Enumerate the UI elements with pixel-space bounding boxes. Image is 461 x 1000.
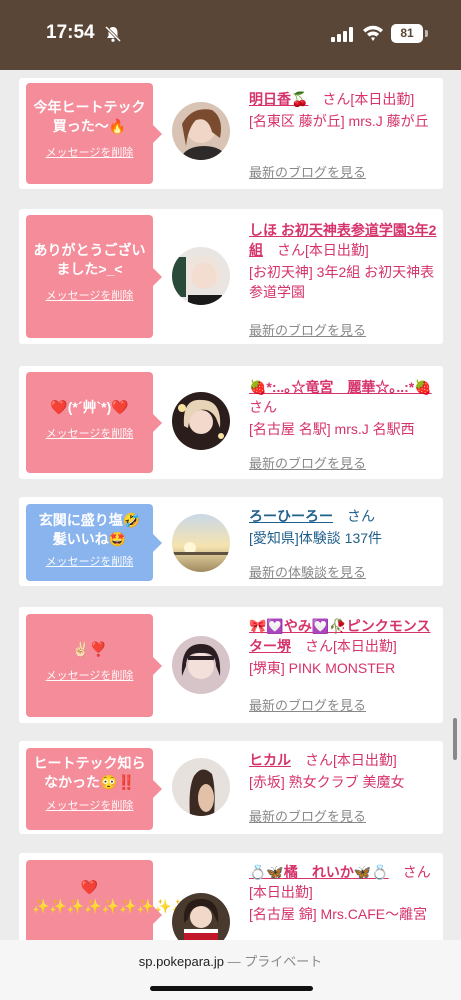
user-location: [堺東] PINK MONSTER bbox=[249, 660, 396, 676]
user-info: ろーひーろー さん [愛知県]体験談 137件 bbox=[249, 506, 439, 548]
message-text: 今年ヒートテック買った〜🔥 bbox=[33, 99, 146, 134]
url-bar[interactable]: sp.pokepara.jp — プライベート bbox=[0, 940, 461, 1000]
message-text: 玄関に盛り塩🤣髪いいね🤩 bbox=[38, 512, 141, 547]
message-text: ❤️ ✨✨✨✨✨✨✨✨✨✨ bbox=[32, 879, 207, 914]
message-card: ✌🏻❣️ メッセージを削除 🎀💟やみ💟🥀ピンクモンスター堺 さん[本日出勤] [… bbox=[19, 607, 443, 723]
user-location: [お初天神] 3年2組 お初天神表参道学園 bbox=[249, 264, 435, 300]
message-bubble: ありがとうございました>_< メッセージを削除 bbox=[26, 215, 162, 338]
battery-indicator: 81 bbox=[391, 24, 423, 43]
user-status: さん bbox=[333, 508, 375, 524]
bell-slash-icon bbox=[104, 25, 122, 43]
url-domain: sp.pokepara.jp bbox=[138, 954, 225, 969]
user-status: さん[本日出勤] bbox=[263, 242, 369, 258]
message-card: ありがとうございました>_< メッセージを削除 しほ お初天神表参道学園3年2組… bbox=[19, 209, 443, 344]
delete-message-link[interactable]: メッセージを削除 bbox=[26, 425, 153, 441]
message-bubble: ヒートテック知らなかった😳‼️ メッセージを削除 bbox=[26, 748, 162, 830]
message-text: ❤️(*´艸`*)❤️ bbox=[50, 399, 129, 415]
user-info: ヒカル さん[本日出勤] [赤坂] 熟女クラブ 美魔女 bbox=[249, 750, 439, 792]
latest-experience-link[interactable]: 最新の体験談を見る bbox=[249, 562, 366, 581]
status-bar: 17:54 81 bbox=[0, 0, 461, 70]
avatar[interactable] bbox=[172, 893, 230, 940]
avatar[interactable] bbox=[172, 514, 230, 572]
message-bubble: 玄関に盛り塩🤣髪いいね🤩 メッセージを削除 bbox=[26, 504, 162, 581]
avatar[interactable] bbox=[172, 247, 230, 305]
latest-blog-link[interactable]: 最新のブログを見る bbox=[249, 806, 366, 825]
message-text: ✌🏻❣️ bbox=[72, 641, 107, 657]
user-name-link[interactable]: ろーひーろー bbox=[249, 508, 333, 524]
user-info: しほ お初天神表参道学園3年2組 さん[本日出勤] [お初天神] 3年2組 お初… bbox=[249, 220, 439, 302]
user-location: [名古屋 錦] Mrs.CAFE〜離宮 bbox=[249, 906, 428, 922]
avatar[interactable] bbox=[172, 102, 230, 160]
status-time: 17:54 bbox=[46, 22, 95, 43]
home-indicator[interactable] bbox=[150, 986, 313, 991]
message-text: ありがとうございました>_< bbox=[33, 242, 146, 277]
user-location: [愛知県]体験談 137件 bbox=[249, 530, 383, 546]
message-text: ヒートテック知らなかった😳‼️ bbox=[33, 755, 146, 790]
latest-blog-link[interactable]: 最新のブログを見る bbox=[249, 453, 366, 472]
user-info: 💍🦋橘 れいか🦋💍 さん[本日出勤] [名古屋 錦] Mrs.CAFE〜離宮 bbox=[249, 862, 439, 924]
private-mode-label: プライベート bbox=[244, 954, 323, 969]
user-status: さん[本日出勤] bbox=[308, 91, 415, 107]
scrollbar-thumb[interactable] bbox=[453, 718, 457, 760]
user-name-link[interactable]: 💍🦋橘 れいか🦋💍 bbox=[249, 864, 389, 880]
message-card: ❤️(*´艸`*)❤️ メッセージを削除 🍓*:..｡☆竜宮 麗華☆｡..:*🍓… bbox=[19, 366, 443, 479]
message-card: 今年ヒートテック買った〜🔥 メッセージを削除 明日香🍒 さん[本日出勤] [名東… bbox=[19, 78, 443, 189]
user-info: 🍓*:..｡☆竜宮 麗華☆｡..:*🍓 さん [名古屋 名駅] mrs.J 名駅… bbox=[249, 377, 439, 439]
avatar[interactable] bbox=[172, 636, 230, 694]
user-name-link[interactable]: 🍓*:..｡☆竜宮 麗華☆｡..:*🍓 bbox=[249, 379, 432, 395]
user-location: [名古屋 名駅] mrs.J 名駅西 bbox=[249, 421, 415, 437]
url-separator: — bbox=[224, 954, 245, 969]
wifi-icon bbox=[363, 25, 383, 41]
user-info: 🎀💟やみ💟🥀ピンクモンスター堺 さん[本日出勤] [堺東] PINK MONST… bbox=[249, 616, 439, 678]
latest-blog-link[interactable]: 最新のブログを見る bbox=[249, 162, 366, 181]
message-feed[interactable]: 今年ヒートテック買った〜🔥 メッセージを削除 明日香🍒 さん[本日出勤] [名東… bbox=[0, 70, 461, 940]
message-card: ヒートテック知らなかった😳‼️ メッセージを削除 ヒカル さん[本日出勤] [赤… bbox=[19, 741, 443, 834]
delete-message-link[interactable]: メッセージを削除 bbox=[26, 553, 153, 569]
message-card: 玄関に盛り塩🤣髪いいね🤩 メッセージを削除 ろーひーろー さん [愛知県]体験談 bbox=[19, 497, 443, 586]
user-name-link[interactable]: ヒカル bbox=[249, 752, 291, 768]
user-location: [名東区 藤が丘] mrs.J 藤が丘 bbox=[249, 113, 429, 129]
latest-blog-link[interactable]: 最新のブログを見る bbox=[249, 695, 366, 714]
user-location: [赤坂] 熟女クラブ 美魔女 bbox=[249, 774, 405, 790]
message-card: ❤️ ✨✨✨✨✨✨✨✨✨✨ 💍🦋橘 れいか🦋💍 さん[本日出勤] [名古屋 錦]… bbox=[19, 853, 443, 940]
user-info: 明日香🍒 さん[本日出勤] [名東区 藤が丘] mrs.J 藤が丘 bbox=[249, 89, 439, 131]
latest-blog-link[interactable]: 最新のブログを見る bbox=[249, 320, 366, 339]
delete-message-link[interactable]: メッセージを削除 bbox=[26, 667, 153, 683]
message-bubble: ❤️(*´艸`*)❤️ メッセージを削除 bbox=[26, 372, 162, 473]
user-name-link[interactable]: 明日香🍒 bbox=[249, 91, 308, 107]
delete-message-link[interactable]: メッセージを削除 bbox=[26, 797, 153, 813]
message-bubble: ✌🏻❣️ メッセージを削除 bbox=[26, 614, 162, 717]
delete-message-link[interactable]: メッセージを削除 bbox=[26, 287, 153, 303]
signal-icon bbox=[331, 27, 353, 42]
message-bubble: 今年ヒートテック買った〜🔥 メッセージを削除 bbox=[26, 83, 162, 184]
delete-message-link[interactable]: メッセージを削除 bbox=[26, 144, 153, 160]
message-bubble: ❤️ ✨✨✨✨✨✨✨✨✨✨ bbox=[26, 860, 207, 940]
user-status: さん[本日出勤] bbox=[291, 638, 397, 654]
avatar[interactable] bbox=[172, 392, 230, 450]
battery-tip bbox=[425, 30, 428, 37]
avatar[interactable] bbox=[172, 758, 230, 816]
user-status: さん[本日出勤] bbox=[291, 752, 397, 768]
